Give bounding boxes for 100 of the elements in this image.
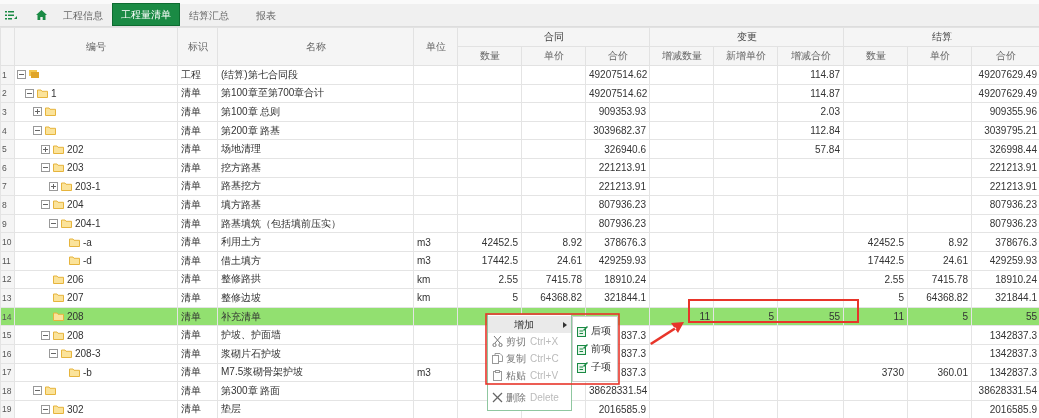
table-row[interactable]: 5 202 清单 场地清理 326940.6 57.84 326998.44 <box>0 139 1039 159</box>
table-cell: 8.92 <box>907 232 972 252</box>
folder-icon <box>61 181 72 191</box>
table-cell: 64368.82 <box>521 288 586 308</box>
table-cell: 清单 <box>177 177 218 196</box>
table-row[interactable]: 12 206 清单 整修路拱 km 2.55 7415.78 18910.24 2.55 7415.78 18910.24 <box>0 270 1039 289</box>
item-code: 206 <box>67 273 84 285</box>
folder-icon <box>53 144 64 154</box>
folder-icon <box>69 256 80 266</box>
folder-icon <box>53 163 64 173</box>
table-cell: 整修路拱 <box>217 270 414 289</box>
home-icon[interactable] <box>36 10 47 20</box>
stack-icon <box>29 70 40 80</box>
folder-icon <box>45 386 56 396</box>
table-cell: 路基挖方 <box>217 177 414 196</box>
table-row[interactable]: 9 204-1 清单 路基填筑（包括填前压实） 807936.23 807936.23 <box>0 214 1039 233</box>
table-row[interactable]: 7 203-1 清单 路基挖方 221213.91 221213.91 <box>0 177 1039 196</box>
scissors-icon <box>492 336 503 347</box>
collapse-icon[interactable] <box>33 126 42 136</box>
item-code: 203-1 <box>75 180 101 192</box>
table-cell: 24.61 <box>521 251 586 271</box>
table-cell: 8.92 <box>521 232 586 252</box>
menu-item[interactable]: 增加 <box>488 316 571 333</box>
table-cell: 429259.93 <box>585 251 650 271</box>
table-row[interactable]: 4 清单 第200章 路基 3039682.37 112.84 3039795.21 <box>0 121 1039 140</box>
table-cell: 挖方路基 <box>217 158 414 178</box>
table-cell: M7.5浆砌骨架护坡 <box>217 363 414 382</box>
table-cell: 807936.23 <box>585 195 650 215</box>
folder-icon <box>45 107 56 117</box>
tab[interactable]: 工程信息 <box>55 5 111 26</box>
table-row[interactable]: 11 -d 清单 借土填方 m3 17442.5 24.61 429259.93 17442.5 24.61 429259.93 <box>0 251 1039 271</box>
table-cell: 清单 <box>177 158 218 178</box>
item-code: 207 <box>67 292 84 304</box>
collapse-icon[interactable] <box>41 163 50 173</box>
tab[interactable]: 报表 <box>238 5 293 26</box>
table-cell: 清单 <box>177 139 218 159</box>
table-cell: 221213.91 <box>585 158 650 178</box>
collapse-icon[interactable] <box>41 405 50 414</box>
column-group-header: 合同 <box>457 27 650 47</box>
collapse-icon[interactable] <box>17 70 26 80</box>
folder-icon <box>53 312 64 321</box>
table-cell: 42452.5 <box>457 232 522 252</box>
table-cell: m3 <box>413 251 458 271</box>
table-cell: 57.84 <box>777 139 844 159</box>
item-code: -a <box>83 236 92 248</box>
table-cell: 清单 <box>177 288 218 308</box>
document-edit-icon <box>577 343 588 355</box>
expand-icon[interactable] <box>49 181 58 191</box>
tab[interactable]: 结算汇总 <box>181 5 237 26</box>
table-row[interactable]: 3 清单 第100章 总则 909353.93 2.03 909355.96 <box>0 102 1039 122</box>
table-row[interactable]: 13 207 清单 整修边坡 km 5 64368.82 321844.1 5 64368.82 321844.1 <box>0 288 1039 308</box>
table-row[interactable]: 6 203 清单 挖方路基 221213.91 221213.91 <box>0 158 1039 178</box>
item-code: 302 <box>67 404 84 415</box>
item-code: -b <box>83 366 92 378</box>
list-menu-icon[interactable] <box>5 10 17 20</box>
table-cell: 清单 <box>177 270 218 289</box>
expand-icon[interactable] <box>41 144 50 154</box>
collapse-icon[interactable] <box>49 349 58 359</box>
column-header: 编号 <box>14 27 178 66</box>
table-row[interactable]: 10 -a 清单 利用土方 m3 42452.5 8.92 378676.3 42452.5 8.92 378676.3 <box>0 232 1039 252</box>
table-cell: 24.61 <box>907 251 972 271</box>
copy-icon <box>492 353 503 364</box>
collapse-icon[interactable] <box>41 200 50 210</box>
collapse-icon[interactable] <box>49 219 58 229</box>
expand-icon[interactable] <box>33 107 42 117</box>
table-cell: 18910.24 <box>585 270 650 289</box>
column-group-header: 结算 <box>843 27 1039 47</box>
table-cell: 17442.5 <box>457 251 522 271</box>
table-cell: 清单 <box>177 84 218 103</box>
table-cell: 填方路基 <box>217 195 414 215</box>
table-cell: 114.87 <box>777 65 844 85</box>
table-cell: 7415.78 <box>521 270 586 289</box>
item-code: 202 <box>67 143 84 155</box>
collapse-icon[interactable] <box>25 88 34 98</box>
collapse-icon[interactable] <box>33 386 42 396</box>
submenu-arrow-icon <box>563 321 567 328</box>
column-group-header: 变更 <box>649 27 844 47</box>
collapse-icon[interactable] <box>41 330 50 340</box>
document-edit-icon <box>577 361 588 373</box>
table-cell: m3 <box>413 363 458 382</box>
tab[interactable]: 工程量清单 <box>112 3 180 26</box>
table-cell: 清单 <box>177 363 218 382</box>
table-cell: km <box>413 288 458 308</box>
table-cell: 整修边坡 <box>217 288 414 308</box>
table-row[interactable]: 2 1 清单 第100章至第700章合计 49207514.62 114.87 49207629.49 <box>0 84 1039 103</box>
item-code: -d <box>83 255 92 267</box>
table-row[interactable]: 8 204 清单 填方路基 807936.23 807936.23 <box>0 195 1039 215</box>
column-header: 单位 <box>413 27 458 66</box>
clipboard-icon <box>492 370 503 381</box>
table-cell: 清单 <box>177 102 218 122</box>
table-cell: 326940.6 <box>585 139 650 159</box>
column-header: 标识 <box>177 27 218 66</box>
table-row[interactable]: 1 工程 (结算)第七合同段 49207514.62 114.87 49207629.49 <box>0 65 1039 85</box>
table-cell: 第300章 路面 <box>217 381 414 401</box>
table-cell: 378676.3 <box>585 232 650 252</box>
table-cell: 5 <box>843 288 908 308</box>
table-cell: 护坡、护面墙 <box>217 325 414 345</box>
folder-icon <box>61 219 72 229</box>
table-cell: 42452.5 <box>843 232 908 252</box>
delete-icon <box>492 392 503 403</box>
